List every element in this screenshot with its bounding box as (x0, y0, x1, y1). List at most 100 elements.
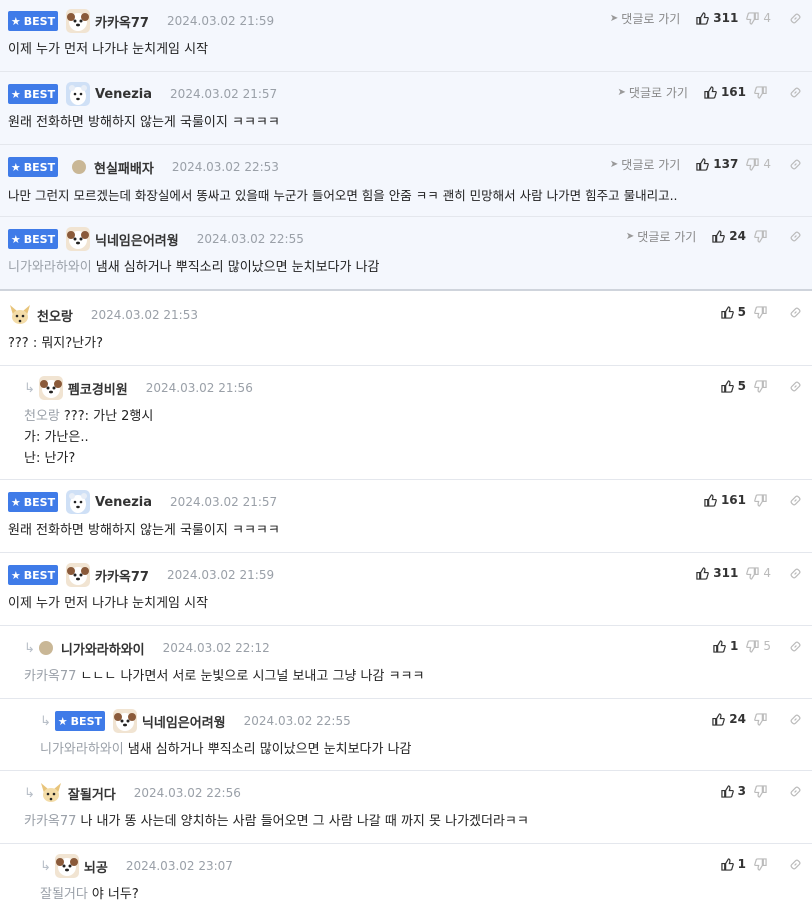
comment-text: 이제 누가 먼저 나가냐 눈치게임 시작 (8, 42, 209, 57)
comment-text: 원래 전화하면 방해하지 않는게 국룰이지 ㅋㅋㅋㅋ (8, 115, 280, 130)
like-button[interactable]: 161 (704, 85, 746, 99)
dislike-button[interactable] (754, 305, 771, 319)
dog-avatar-icon[interactable] (38, 376, 63, 400)
nickname[interactable]: Venezia (95, 87, 152, 102)
mention-link[interactable]: 니가와라하와이 (40, 742, 124, 757)
mention-link[interactable]: 잘될거다 (40, 887, 88, 902)
fox-avatar-icon[interactable] (8, 303, 32, 327)
link-icon[interactable] (789, 858, 802, 871)
nickname[interactable]: 잘될거다 (68, 784, 116, 803)
comment-date: 2024.03.02 22:53 (171, 160, 279, 174)
goto-comment-button[interactable]: ➤ 댓글로 가기 (610, 10, 680, 27)
dislike-button[interactable]: 4 (746, 566, 771, 580)
mention-link[interactable]: 천오랑 (24, 409, 60, 424)
goto-comment-button[interactable]: ➤ 댓글로 가기 (626, 228, 696, 245)
like-button[interactable]: 5 (720, 305, 746, 319)
star-icon: ★ (10, 568, 21, 582)
comment-item: ↳ 니가와라하와이 2024.03.02 22:12 1 5 카카옥77 ㄴㄴㄴ … (0, 626, 812, 699)
thumbs-down-icon (754, 305, 767, 319)
link-icon[interactable] (789, 306, 802, 319)
link-icon[interactable] (789, 230, 802, 243)
comment-date: 2024.03.02 23:07 (125, 859, 233, 873)
comment-date: 2024.03.02 22:12 (162, 641, 270, 655)
comment-date: 2024.03.02 22:56 (133, 786, 241, 800)
best-badge: ★ BEST (8, 11, 58, 31)
link-icon[interactable] (789, 640, 802, 653)
mention-link[interactable]: 니가와라하와이 (8, 260, 92, 275)
dog-avatar-icon[interactable] (66, 227, 90, 251)
dislike-button[interactable]: 5 (746, 639, 771, 653)
reply-arrow-icon: ↳ (24, 380, 35, 396)
star-icon: ★ (57, 714, 68, 728)
nickname[interactable]: 펨코경비원 (68, 379, 128, 398)
link-icon[interactable] (789, 158, 802, 171)
dislike-button[interactable]: 4 (746, 11, 771, 25)
like-button[interactable]: 24 (712, 229, 746, 243)
white-dog-avatar-icon[interactable] (66, 490, 90, 514)
link-icon[interactable] (789, 567, 802, 580)
mention-link[interactable]: 카카옥77 (24, 669, 76, 684)
mention-link[interactable]: 카카옥77 (24, 814, 76, 829)
dislike-button[interactable] (754, 857, 771, 871)
comment-item: 천오랑 2024.03.02 21:53 5 ??? : 뭐지?난가? (0, 293, 812, 366)
like-button[interactable]: 3 (720, 784, 746, 798)
link-icon[interactable] (789, 713, 802, 726)
goto-comment-button[interactable]: ➤ 댓글로 가기 (618, 84, 688, 101)
link-icon[interactable] (789, 86, 802, 99)
best-badge: ★ BEST (8, 84, 58, 104)
thumbs-down-icon (754, 229, 767, 243)
like-button[interactable]: 311 (696, 566, 738, 580)
dislike-button[interactable] (754, 784, 771, 798)
dog-avatar-icon[interactable] (54, 854, 79, 878)
link-icon[interactable] (789, 380, 802, 393)
thumbs-up-icon (712, 229, 726, 243)
like-button[interactable]: 24 (712, 712, 746, 726)
fox-avatar-icon[interactable] (38, 781, 63, 805)
thumbs-up-icon (712, 712, 726, 726)
nickname[interactable]: 천오랑 (37, 306, 73, 325)
dog-avatar-icon[interactable] (66, 9, 90, 33)
goto-comment-button[interactable]: ➤ 댓글로 가기 (610, 156, 680, 173)
comment-text: 카카옥77 ㄴㄴㄴ 나가면서 서로 눈빛으로 시그널 보내고 그냥 나감 ㅋㅋㅋ (24, 669, 425, 684)
default-avatar-icon[interactable] (72, 160, 86, 174)
reply-arrow-icon: ↳ (24, 785, 35, 801)
comment-item: ★ BEST 현실패배자 2024.03.02 22:53 ➤ 댓글로 가기 137… (0, 145, 812, 217)
comment-item: ↳ 잘될거다 2024.03.02 22:56 3 카카옥77 나 내가 똥 사는… (0, 771, 812, 844)
nickname[interactable]: 니가와라하와이 (61, 639, 145, 658)
default-avatar-icon[interactable] (38, 641, 53, 655)
best-badge: ★ BEST (8, 565, 58, 585)
dislike-button[interactable] (754, 712, 771, 726)
link-icon[interactable] (789, 785, 802, 798)
like-button[interactable]: 311 (696, 11, 738, 25)
dislike-button[interactable] (754, 493, 771, 507)
like-button[interactable]: 1 (720, 857, 746, 871)
dog-avatar-icon[interactable] (112, 709, 137, 733)
like-button[interactable]: 161 (704, 493, 746, 507)
dislike-button[interactable] (754, 229, 771, 243)
like-button[interactable]: 1 (713, 639, 738, 653)
dislike-button[interactable]: 4 (746, 157, 771, 171)
thumbs-up-icon (696, 11, 710, 25)
star-icon: ★ (10, 495, 21, 509)
nickname[interactable]: Venezia (95, 495, 152, 510)
nickname[interactable]: 뇌공 (84, 857, 108, 876)
comment-text: 나만 그런지 모르겠는데 화장실에서 똥싸고 있을때 누군가 들어오면 힘을 안… (8, 188, 678, 203)
nickname[interactable]: 카카옥77 (95, 566, 149, 585)
nickname[interactable]: 닉네임은어려웡 (142, 712, 226, 731)
thumbs-up-icon (696, 157, 710, 171)
white-dog-avatar-icon[interactable] (66, 82, 90, 106)
link-icon[interactable] (789, 494, 802, 507)
nickname[interactable]: 닉네임은어려웡 (95, 230, 179, 249)
dog-avatar-icon[interactable] (66, 563, 90, 587)
dislike-button[interactable] (754, 85, 771, 99)
dislike-button[interactable] (754, 379, 771, 393)
like-button[interactable]: 5 (720, 379, 746, 393)
comment-date: 2024.03.02 22:55 (196, 232, 304, 246)
like-button[interactable]: 137 (696, 157, 738, 171)
reply-arrow-icon: ↳ (40, 858, 51, 874)
nickname[interactable]: 현실패배자 (94, 158, 154, 177)
nickname[interactable]: 카카옥77 (95, 12, 149, 31)
comment-text: ??? : 뭐지?난가? (8, 336, 103, 351)
link-icon[interactable] (789, 12, 802, 25)
thumbs-up-icon (704, 85, 717, 99)
